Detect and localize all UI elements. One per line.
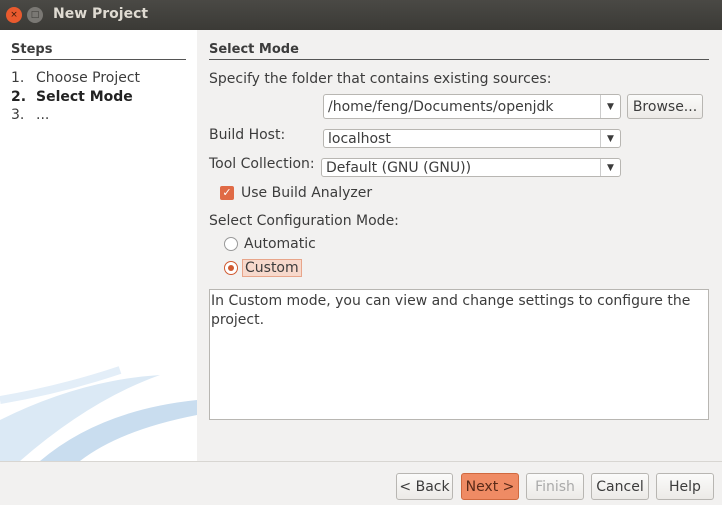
custom-label[interactable]: Custom xyxy=(242,259,302,277)
folder-combobox[interactable]: /home/feng/Documents/openjdk ▼ xyxy=(323,94,621,119)
use-build-analyzer-checkbox[interactable]: ✓ xyxy=(220,186,234,200)
config-mode-label: Select Configuration Mode: xyxy=(209,213,399,229)
folder-label: Specify the folder that contains existin… xyxy=(209,71,552,87)
steps-panel: Steps 1. Choose Project 2. Select Mode 3..… xyxy=(0,30,197,461)
window-title: New Project xyxy=(53,6,149,22)
tool-collection-combobox[interactable]: Default (GNU (GNU)) ▼ xyxy=(321,158,621,177)
close-icon[interactable]: × xyxy=(6,7,22,23)
step-item-current: 2. Select Mode xyxy=(11,89,133,105)
cancel-button[interactable]: Cancel xyxy=(591,473,649,500)
automatic-radio[interactable] xyxy=(224,237,238,251)
finish-button: Finish xyxy=(526,473,584,500)
tool-collection-label: Tool Collection: xyxy=(209,156,315,172)
decorative-swoosh xyxy=(0,366,197,461)
chevron-down-icon[interactable]: ▼ xyxy=(600,159,620,176)
build-host-label: Build Host: xyxy=(209,127,286,143)
build-host-combobox[interactable]: localhost ▼ xyxy=(323,129,621,148)
browse-button[interactable]: Browse... xyxy=(627,94,703,119)
content-panel: Select Mode Specify the folder that cont… xyxy=(197,30,722,461)
custom-radio[interactable] xyxy=(224,261,238,275)
step-item: 3.... xyxy=(11,107,50,123)
use-build-analyzer-label[interactable]: Use Build Analyzer xyxy=(241,185,372,201)
step-item: 1. Choose Project xyxy=(11,70,141,86)
button-bar: < Back Next > Finish Cancel Help xyxy=(0,461,722,505)
steps-header: Steps xyxy=(11,42,186,60)
chevron-down-icon[interactable]: ▼ xyxy=(600,95,620,118)
maximize-icon[interactable]: □ xyxy=(27,7,43,23)
section-header: Select Mode xyxy=(209,42,709,60)
mode-description: In Custom mode, you can view and change … xyxy=(209,289,709,420)
next-button[interactable]: Next > xyxy=(461,473,519,500)
automatic-label[interactable]: Automatic xyxy=(244,236,316,252)
chevron-down-icon[interactable]: ▼ xyxy=(600,130,620,147)
help-button[interactable]: Help xyxy=(656,473,714,500)
title-bar: × □ New Project xyxy=(0,0,722,30)
back-button[interactable]: < Back xyxy=(396,473,453,500)
